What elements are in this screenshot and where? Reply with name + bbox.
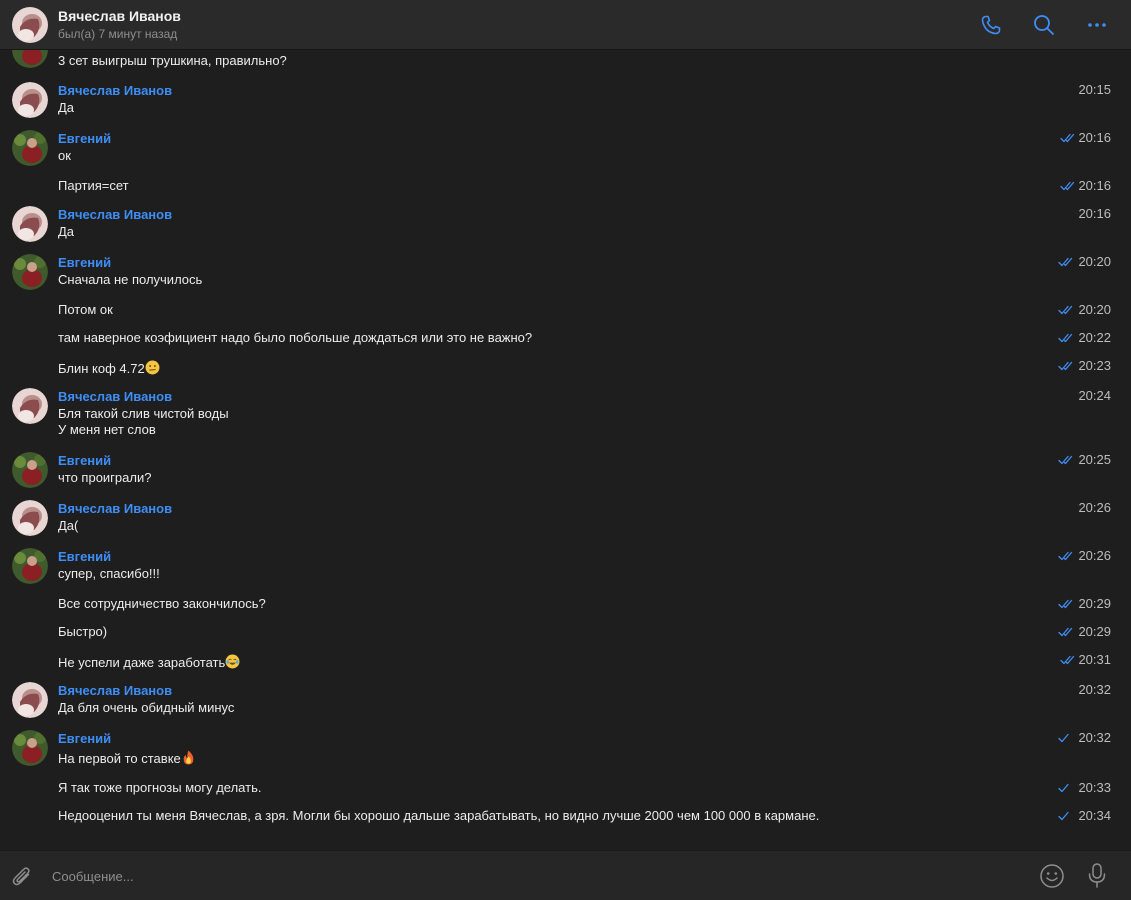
single-check-icon — [1056, 811, 1072, 821]
emoji-icon[interactable] — [1039, 863, 1065, 889]
sender-name[interactable]: Вячеслав Иванов — [58, 389, 172, 404]
sender-name[interactable]: Евгений — [58, 731, 111, 746]
double-check-icon — [1058, 455, 1074, 465]
message-text: Я так тоже прогнозы могу делать. — [58, 780, 262, 795]
double-check-icon — [1058, 305, 1074, 315]
message-text: Быстро) — [58, 624, 108, 639]
message-time: 20:15 — [1078, 82, 1111, 97]
double-check-icon — [1058, 257, 1074, 267]
more-icon[interactable] — [1085, 13, 1109, 37]
contact-status: был(а) 7 минут назад — [58, 27, 178, 41]
double-check-icon — [1058, 361, 1074, 371]
contact-avatar[interactable] — [12, 7, 48, 43]
phone-icon[interactable] — [979, 13, 1003, 37]
message-text: Недооценил ты меня Вячеслав, а зря. Могл… — [58, 808, 820, 823]
avatar[interactable] — [12, 388, 48, 424]
message-input[interactable] — [50, 863, 1014, 889]
avatar[interactable] — [12, 82, 48, 118]
sender-name[interactable]: Вячеслав Иванов — [58, 207, 172, 222]
attach-icon[interactable] — [10, 864, 34, 888]
double-check-icon — [1060, 133, 1076, 143]
double-check-icon — [1058, 551, 1074, 561]
message-text: Да( — [58, 518, 79, 533]
avatar[interactable] — [12, 548, 48, 584]
message-text: Не успели даже заработать — [58, 654, 240, 671]
avatar[interactable] — [12, 50, 48, 68]
double-check-icon — [1058, 627, 1074, 637]
message-time: 20:22 — [1078, 330, 1111, 345]
avatar[interactable] — [12, 254, 48, 290]
message-time: 20:33 — [1078, 780, 1111, 795]
microphone-icon[interactable] — [1086, 862, 1108, 890]
message-text: там наверное коэфициент надо было поболь… — [58, 330, 533, 345]
message-list[interactable]: 3 сет выигрыш трушкина, правильно? Вячес… — [0, 50, 1131, 850]
sender-name[interactable]: Вячеслав Иванов — [58, 683, 172, 698]
avatar[interactable] — [12, 682, 48, 718]
message-time: 20:34 — [1078, 808, 1111, 823]
message-text: Потом ок — [58, 302, 113, 317]
message-text-content: На первой то ставке — [58, 751, 181, 766]
single-check-icon — [1056, 783, 1072, 793]
single-check-icon — [1056, 733, 1072, 743]
message-time: 20:32 — [1078, 682, 1111, 697]
message-time: 20:26 — [1078, 500, 1111, 515]
message-text: Бля такой слив чистой воды — [58, 406, 229, 421]
sender-name[interactable]: Вячеслав Иванов — [58, 83, 172, 98]
message-time: 20:31 — [1078, 652, 1111, 667]
message-time: 20:20 — [1078, 254, 1111, 269]
message-time: 20:29 — [1078, 596, 1111, 611]
double-check-icon — [1060, 655, 1076, 665]
sender-name[interactable]: Евгений — [58, 549, 111, 564]
sender-name[interactable]: Евгений — [58, 131, 111, 146]
double-check-icon — [1058, 599, 1074, 609]
message-text: Блин коф 4.72 — [58, 360, 160, 377]
sender-name[interactable]: Евгений — [58, 453, 111, 468]
contact-name[interactable]: Вячеслав Иванов — [58, 8, 181, 24]
avatar[interactable] — [12, 452, 48, 488]
message-time: 20:29 — [1078, 624, 1111, 639]
message-text: Сначала не получилось — [58, 272, 203, 287]
message-time: 20:16 — [1078, 130, 1111, 145]
message-text: 3 сет выигрыш трушкина, правильно? — [58, 53, 287, 68]
sender-name[interactable]: Евгений — [58, 255, 111, 270]
message-text-content: Блин коф 4.72 — [58, 361, 145, 376]
sender-name[interactable]: Вячеслав Иванов — [58, 501, 172, 516]
chat-header: Вячеслав Иванов был(а) 7 минут назад — [0, 0, 1131, 50]
message-time: 20:26 — [1078, 548, 1111, 563]
message-composer — [0, 850, 1131, 900]
message-time: 20:16 — [1078, 178, 1111, 193]
unamused-emoji-icon — [145, 360, 160, 375]
avatar[interactable] — [12, 500, 48, 536]
message-text: На первой то ставке — [58, 750, 196, 767]
message-time: 20:25 — [1078, 452, 1111, 467]
message-time: 20:16 — [1078, 206, 1111, 221]
avatar[interactable] — [12, 206, 48, 242]
tears-of-joy-emoji-icon — [225, 654, 240, 669]
search-icon[interactable] — [1032, 13, 1056, 37]
message-time: 20:24 — [1078, 388, 1111, 403]
double-check-icon — [1058, 333, 1074, 343]
message-text: супер, спасибо!!! — [58, 566, 160, 581]
message-time: 20:23 — [1078, 358, 1111, 373]
message-text: Все сотрудничество закончилось? — [58, 596, 266, 611]
message-time: 20:20 — [1078, 302, 1111, 317]
message-text: Да — [58, 100, 75, 115]
message-text: ок — [58, 148, 71, 163]
message-text-line2: У меня нет слов — [58, 422, 156, 437]
fire-emoji-icon — [181, 750, 196, 765]
message-text: Да — [58, 224, 75, 239]
avatar[interactable] — [12, 130, 48, 166]
double-check-icon — [1060, 181, 1076, 191]
message-text: Да бля очень обидный минус — [58, 700, 235, 715]
message-text: что проиграли? — [58, 470, 152, 485]
message-time: 20:32 — [1078, 730, 1111, 745]
avatar[interactable] — [12, 730, 48, 766]
message-text-content: Не успели даже заработать — [58, 655, 226, 670]
message-text: Партия=сет — [58, 178, 129, 193]
